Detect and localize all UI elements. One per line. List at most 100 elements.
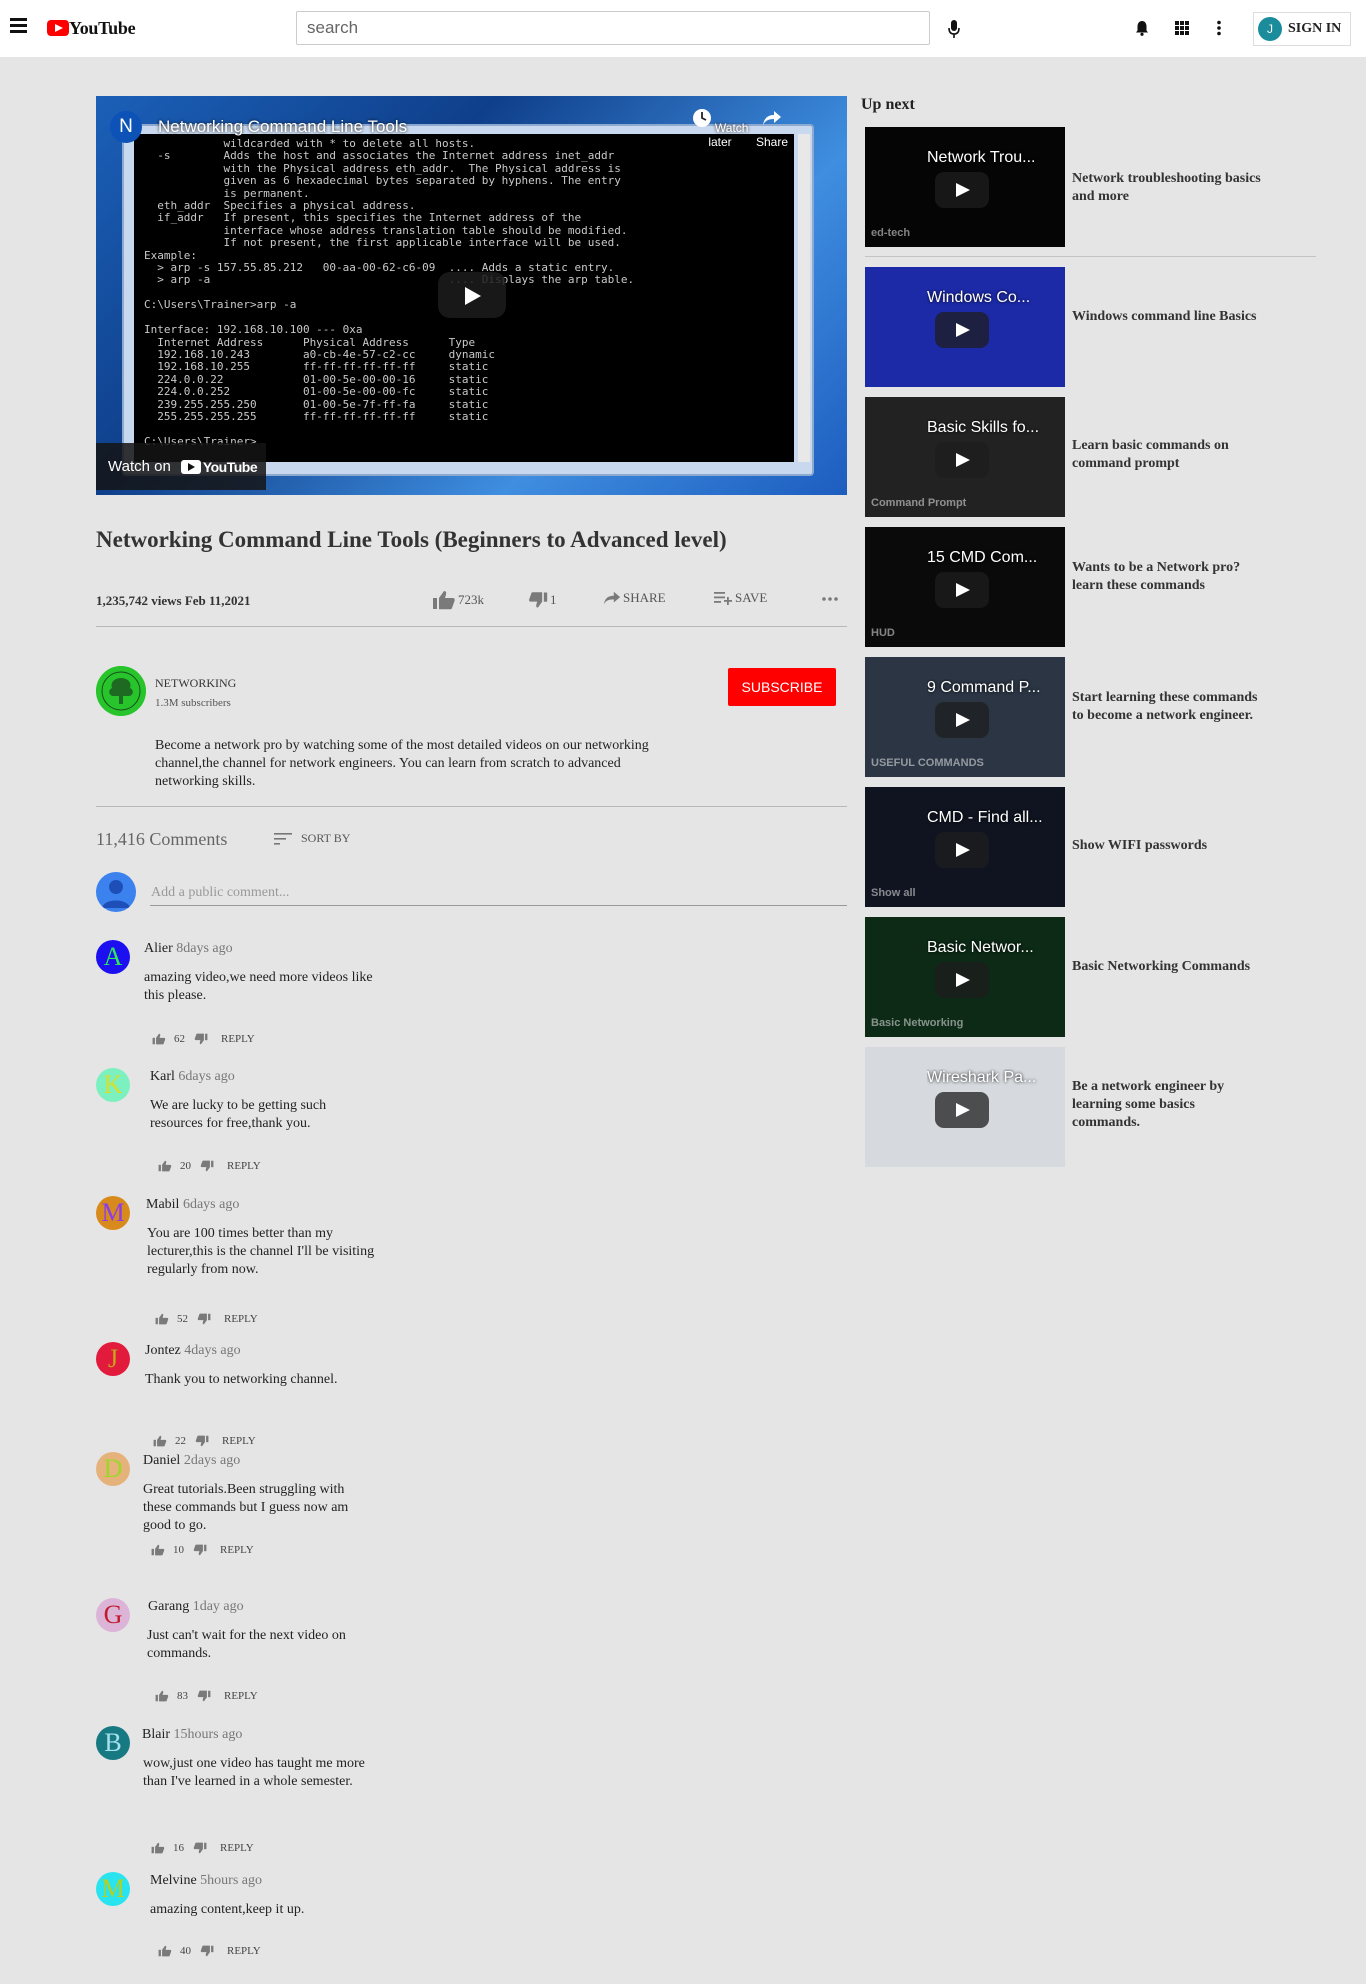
recommended-video[interactable]: Wireshark Pa... Be a network engineer by … bbox=[865, 1047, 1224, 1167]
comment-time: 8days ago bbox=[176, 941, 233, 956]
commenter-avatar[interactable]: A bbox=[96, 940, 130, 974]
comment-dislike-button[interactable] bbox=[200, 1945, 214, 1957]
comment-like-button[interactable] bbox=[155, 1690, 169, 1702]
recommended-title[interactable]: Network troubleshooting basics and more bbox=[1072, 170, 1262, 206]
reply-button[interactable]: REPLY bbox=[220, 1842, 254, 1854]
comment-actions: 62 REPLY bbox=[152, 1033, 255, 1045]
commenter-avatar[interactable]: K bbox=[96, 1068, 130, 1102]
recommended-title[interactable]: Basic Networking Commands bbox=[1072, 958, 1262, 976]
commenter-avatar[interactable]: M bbox=[96, 1872, 130, 1906]
comment-like-button[interactable] bbox=[151, 1842, 165, 1854]
youtube-logo[interactable]: YouTube bbox=[47, 17, 136, 39]
comment-like-button[interactable] bbox=[155, 1313, 169, 1325]
apps-grid-icon[interactable] bbox=[1174, 20, 1190, 36]
channel-avatar[interactable] bbox=[96, 666, 146, 716]
video-thumbnail[interactable]: HUD 15 CMD Com... bbox=[865, 527, 1065, 647]
recommended-video[interactable]: ed-tech Network Trou... Network troublesho… bbox=[865, 127, 1261, 247]
comment-text: Thank you to networking channel. bbox=[145, 1372, 338, 1387]
recommended-video[interactable]: Basic Networking Basic Networ... Basic Net… bbox=[865, 917, 1250, 1037]
video-thumbnail[interactable]: Windows Co... bbox=[865, 267, 1065, 387]
comment-dislike-button[interactable] bbox=[193, 1842, 207, 1854]
comment-dislike-button[interactable] bbox=[194, 1033, 208, 1045]
watch-later-button[interactable]: Watch later bbox=[690, 108, 750, 149]
comment-input[interactable] bbox=[150, 881, 847, 906]
recommended-video[interactable]: HUD 15 CMD Com... Wants to be a Network pr… bbox=[865, 527, 1240, 647]
comment-like-button[interactable] bbox=[158, 1945, 172, 1957]
microphone-icon[interactable] bbox=[948, 20, 960, 38]
comment-author[interactable]: Blair bbox=[142, 1727, 170, 1742]
subscribe-button[interactable]: SUBSCRIBE bbox=[728, 668, 836, 706]
player-title[interactable]: Networking Command Line Tools bbox=[158, 117, 407, 137]
comment-like-count: 20 bbox=[180, 1160, 191, 1172]
reply-button[interactable]: REPLY bbox=[220, 1544, 254, 1556]
comment-author[interactable]: Melvine bbox=[150, 1873, 197, 1888]
comment-like-button[interactable] bbox=[153, 1435, 167, 1447]
video-thumbnail[interactable]: Basic Networking Basic Networ... bbox=[865, 917, 1065, 1037]
comment-author[interactable]: Alier bbox=[144, 941, 173, 956]
comment-dislike-button[interactable] bbox=[197, 1690, 211, 1702]
thumbnail-title: Basic Skills fo... bbox=[927, 419, 1040, 436]
video-thumbnail[interactable]: Show all CMD - Find all... bbox=[865, 787, 1065, 907]
recommended-video[interactable]: Command Prompt Basic Skills fo... Learn ba… bbox=[865, 397, 1229, 517]
player-share-button[interactable]: Share bbox=[752, 108, 792, 149]
reply-button[interactable]: REPLY bbox=[221, 1033, 255, 1045]
dislike-button[interactable]: 1 bbox=[528, 590, 557, 610]
commenter-avatar[interactable]: M bbox=[96, 1196, 130, 1230]
reply-button[interactable]: REPLY bbox=[227, 1160, 261, 1172]
sign-in-button[interactable]: J SIGN IN bbox=[1253, 12, 1351, 46]
recommended-video[interactable]: USEFUL COMMANDS 9 Command P... Start learn… bbox=[865, 657, 1258, 777]
share-button[interactable]: SHARE bbox=[603, 590, 666, 606]
comment-dislike-button[interactable] bbox=[195, 1435, 209, 1447]
recommended-title[interactable]: Windows command line Basics bbox=[1072, 308, 1262, 326]
bell-icon[interactable] bbox=[1134, 20, 1150, 36]
comment-author[interactable]: Garang bbox=[148, 1599, 189, 1614]
sort-by-button[interactable]: SORT BY bbox=[273, 831, 350, 846]
video-thumbnail[interactable]: USEFUL COMMANDS 9 Command P... bbox=[865, 657, 1065, 777]
comment-author[interactable]: Karl bbox=[150, 1069, 175, 1084]
commenter-avatar[interactable]: J bbox=[96, 1342, 130, 1376]
like-button[interactable]: 723k bbox=[432, 590, 484, 610]
video-thumbnail[interactable]: Command Prompt Basic Skills fo... bbox=[865, 397, 1065, 517]
thumbs-down-icon bbox=[194, 1033, 208, 1045]
recommended-title[interactable]: Be a network engineer by learning some b… bbox=[1072, 1078, 1262, 1132]
commenter-avatar[interactable]: G bbox=[96, 1598, 130, 1632]
play-button[interactable] bbox=[438, 272, 506, 318]
reply-button[interactable]: REPLY bbox=[222, 1435, 256, 1447]
player-channel-avatar[interactable]: N bbox=[110, 111, 142, 143]
channel-name[interactable]: NETWORKING bbox=[155, 676, 236, 691]
reply-button[interactable]: REPLY bbox=[224, 1313, 258, 1325]
watch-on-youtube-button[interactable]: Watch on YouTube bbox=[96, 443, 266, 490]
more-horizontal-icon[interactable] bbox=[821, 596, 839, 602]
more-vertical-icon[interactable] bbox=[1211, 20, 1227, 36]
comment-dislike-button[interactable] bbox=[200, 1160, 214, 1172]
search-input[interactable] bbox=[296, 11, 930, 45]
logo-text: YouTube bbox=[69, 17, 136, 38]
recommended-video[interactable]: Show all CMD - Find all... Show WIFI passw… bbox=[865, 787, 1207, 907]
recommended-title[interactable]: Show WIFI passwords bbox=[1072, 837, 1262, 855]
comment-dislike-button[interactable] bbox=[197, 1313, 211, 1325]
recommended-title[interactable]: Learn basic commands on command prompt bbox=[1072, 437, 1262, 473]
reply-button[interactable]: REPLY bbox=[227, 1945, 261, 1957]
comment-author[interactable]: Daniel bbox=[143, 1453, 180, 1468]
comment-like-button[interactable] bbox=[158, 1160, 172, 1172]
video-player[interactable]: wildcarded with * to delete all hosts. -… bbox=[96, 96, 847, 495]
recommended-title[interactable]: Start learning these commands to become … bbox=[1072, 689, 1262, 725]
comment-like-button[interactable] bbox=[152, 1033, 166, 1045]
video-thumbnail[interactable]: Wireshark Pa... bbox=[865, 1047, 1065, 1167]
thumbnail-badge: Show all bbox=[871, 887, 916, 899]
person-icon bbox=[102, 880, 130, 908]
comment-author[interactable]: Jontez bbox=[145, 1343, 181, 1358]
recommended-video[interactable]: Windows Co... Windows command line Basics bbox=[865, 267, 1257, 387]
sort-by-label: SORT BY bbox=[301, 831, 351, 845]
comment-author[interactable]: Mabil bbox=[146, 1197, 179, 1212]
menu-icon[interactable] bbox=[10, 18, 27, 33]
commenter-avatar[interactable]: B bbox=[96, 1726, 130, 1760]
video-thumbnail[interactable]: ed-tech Network Trou... bbox=[865, 127, 1065, 247]
comment-like-button[interactable] bbox=[151, 1544, 165, 1556]
recommended-title[interactable]: Wants to be a Network pro? learn these c… bbox=[1072, 559, 1262, 595]
reply-button[interactable]: REPLY bbox=[224, 1690, 258, 1702]
comment-dislike-button[interactable] bbox=[193, 1544, 207, 1556]
save-button[interactable]: SAVE bbox=[713, 590, 767, 606]
commenter-avatar[interactable]: D bbox=[96, 1452, 130, 1486]
thumbnail-title: Wireshark Pa... bbox=[927, 1069, 1037, 1086]
